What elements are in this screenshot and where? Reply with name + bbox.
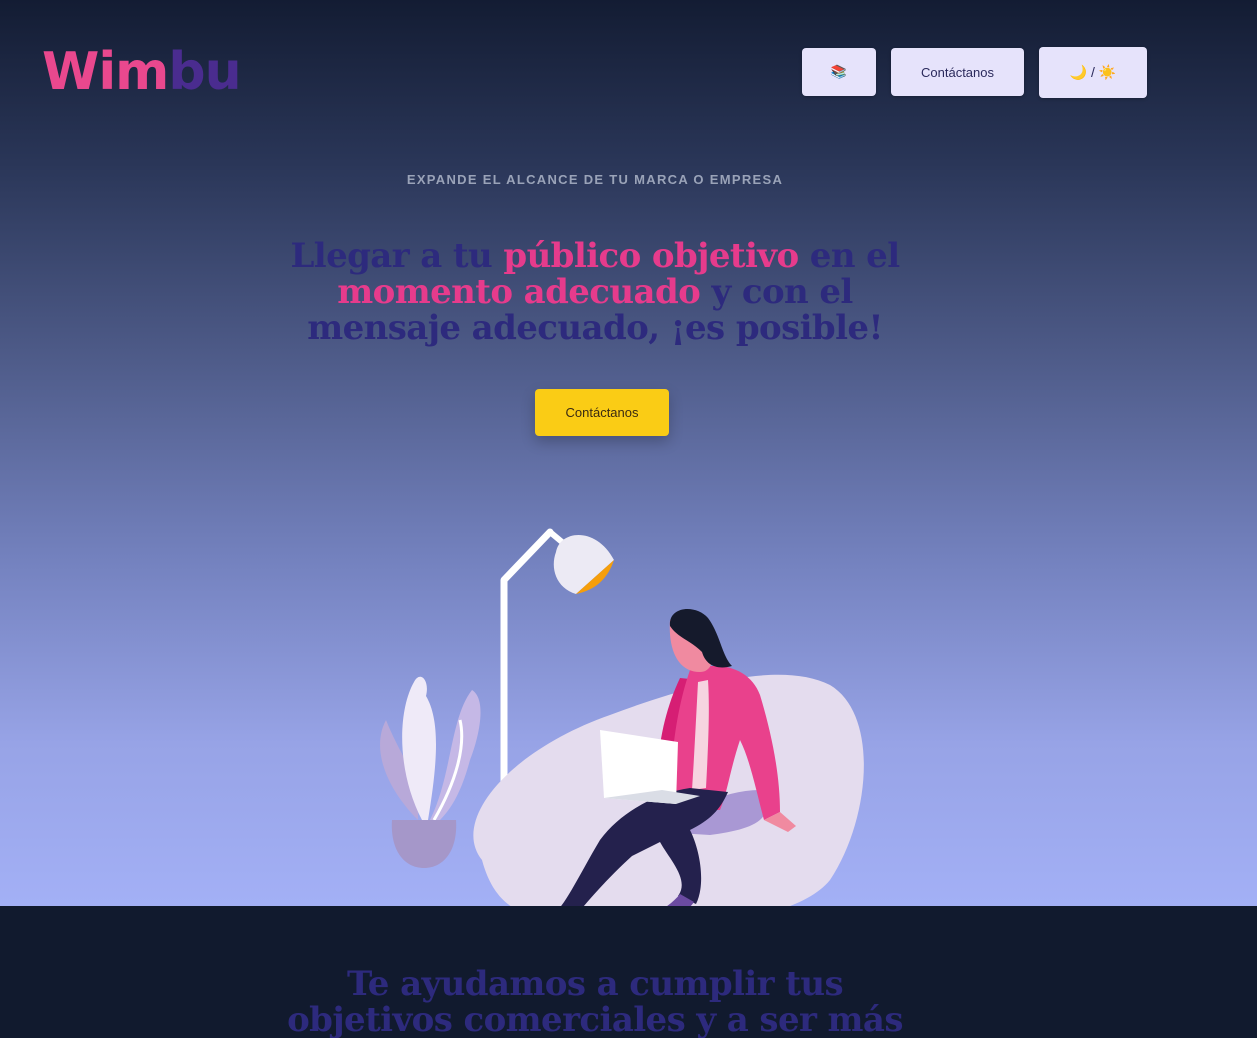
hero-contact-button[interactable]: Contáctanos [535, 389, 669, 436]
logo-part-bu: bu [168, 42, 241, 102]
woman-with-laptop-illustration [380, 528, 864, 906]
headline-text-2: en el [798, 236, 900, 276]
menu-button[interactable]: 📚 [802, 48, 876, 96]
logo-part-wim: Wim [42, 42, 169, 102]
hero-section: Wimbu 📚 Contáctanos 🌙 / ☀️ EXPANDE EL AL… [0, 0, 1257, 906]
books-icon: 📚 [830, 64, 848, 79]
plant-icon [380, 676, 481, 868]
theme-toggle-button[interactable]: 🌙 / ☀️ [1039, 47, 1147, 98]
headline-highlight-1: público objetivo [503, 236, 799, 276]
headline-text-1: Llegar a tu [290, 236, 504, 276]
hero-headline: Llegar a tu público objetivo en el momen… [290, 238, 900, 346]
hero-eyebrow: EXPANDE EL ALCANCE DE TU MARCA O EMPRESA [406, 172, 784, 187]
headline-highlight-2: momento adecuado [337, 272, 701, 312]
moon-sun-icon: 🌙 / ☀️ [1069, 64, 1117, 80]
objectives-section: Te ayudamos a cumplir tus objetivos come… [0, 906, 1257, 1038]
wimbu-logo[interactable]: Wimbu [42, 46, 242, 98]
objectives-title: Te ayudamos a cumplir tus objetivos come… [287, 964, 903, 1038]
nav-contact-button[interactable]: Contáctanos [891, 48, 1024, 96]
